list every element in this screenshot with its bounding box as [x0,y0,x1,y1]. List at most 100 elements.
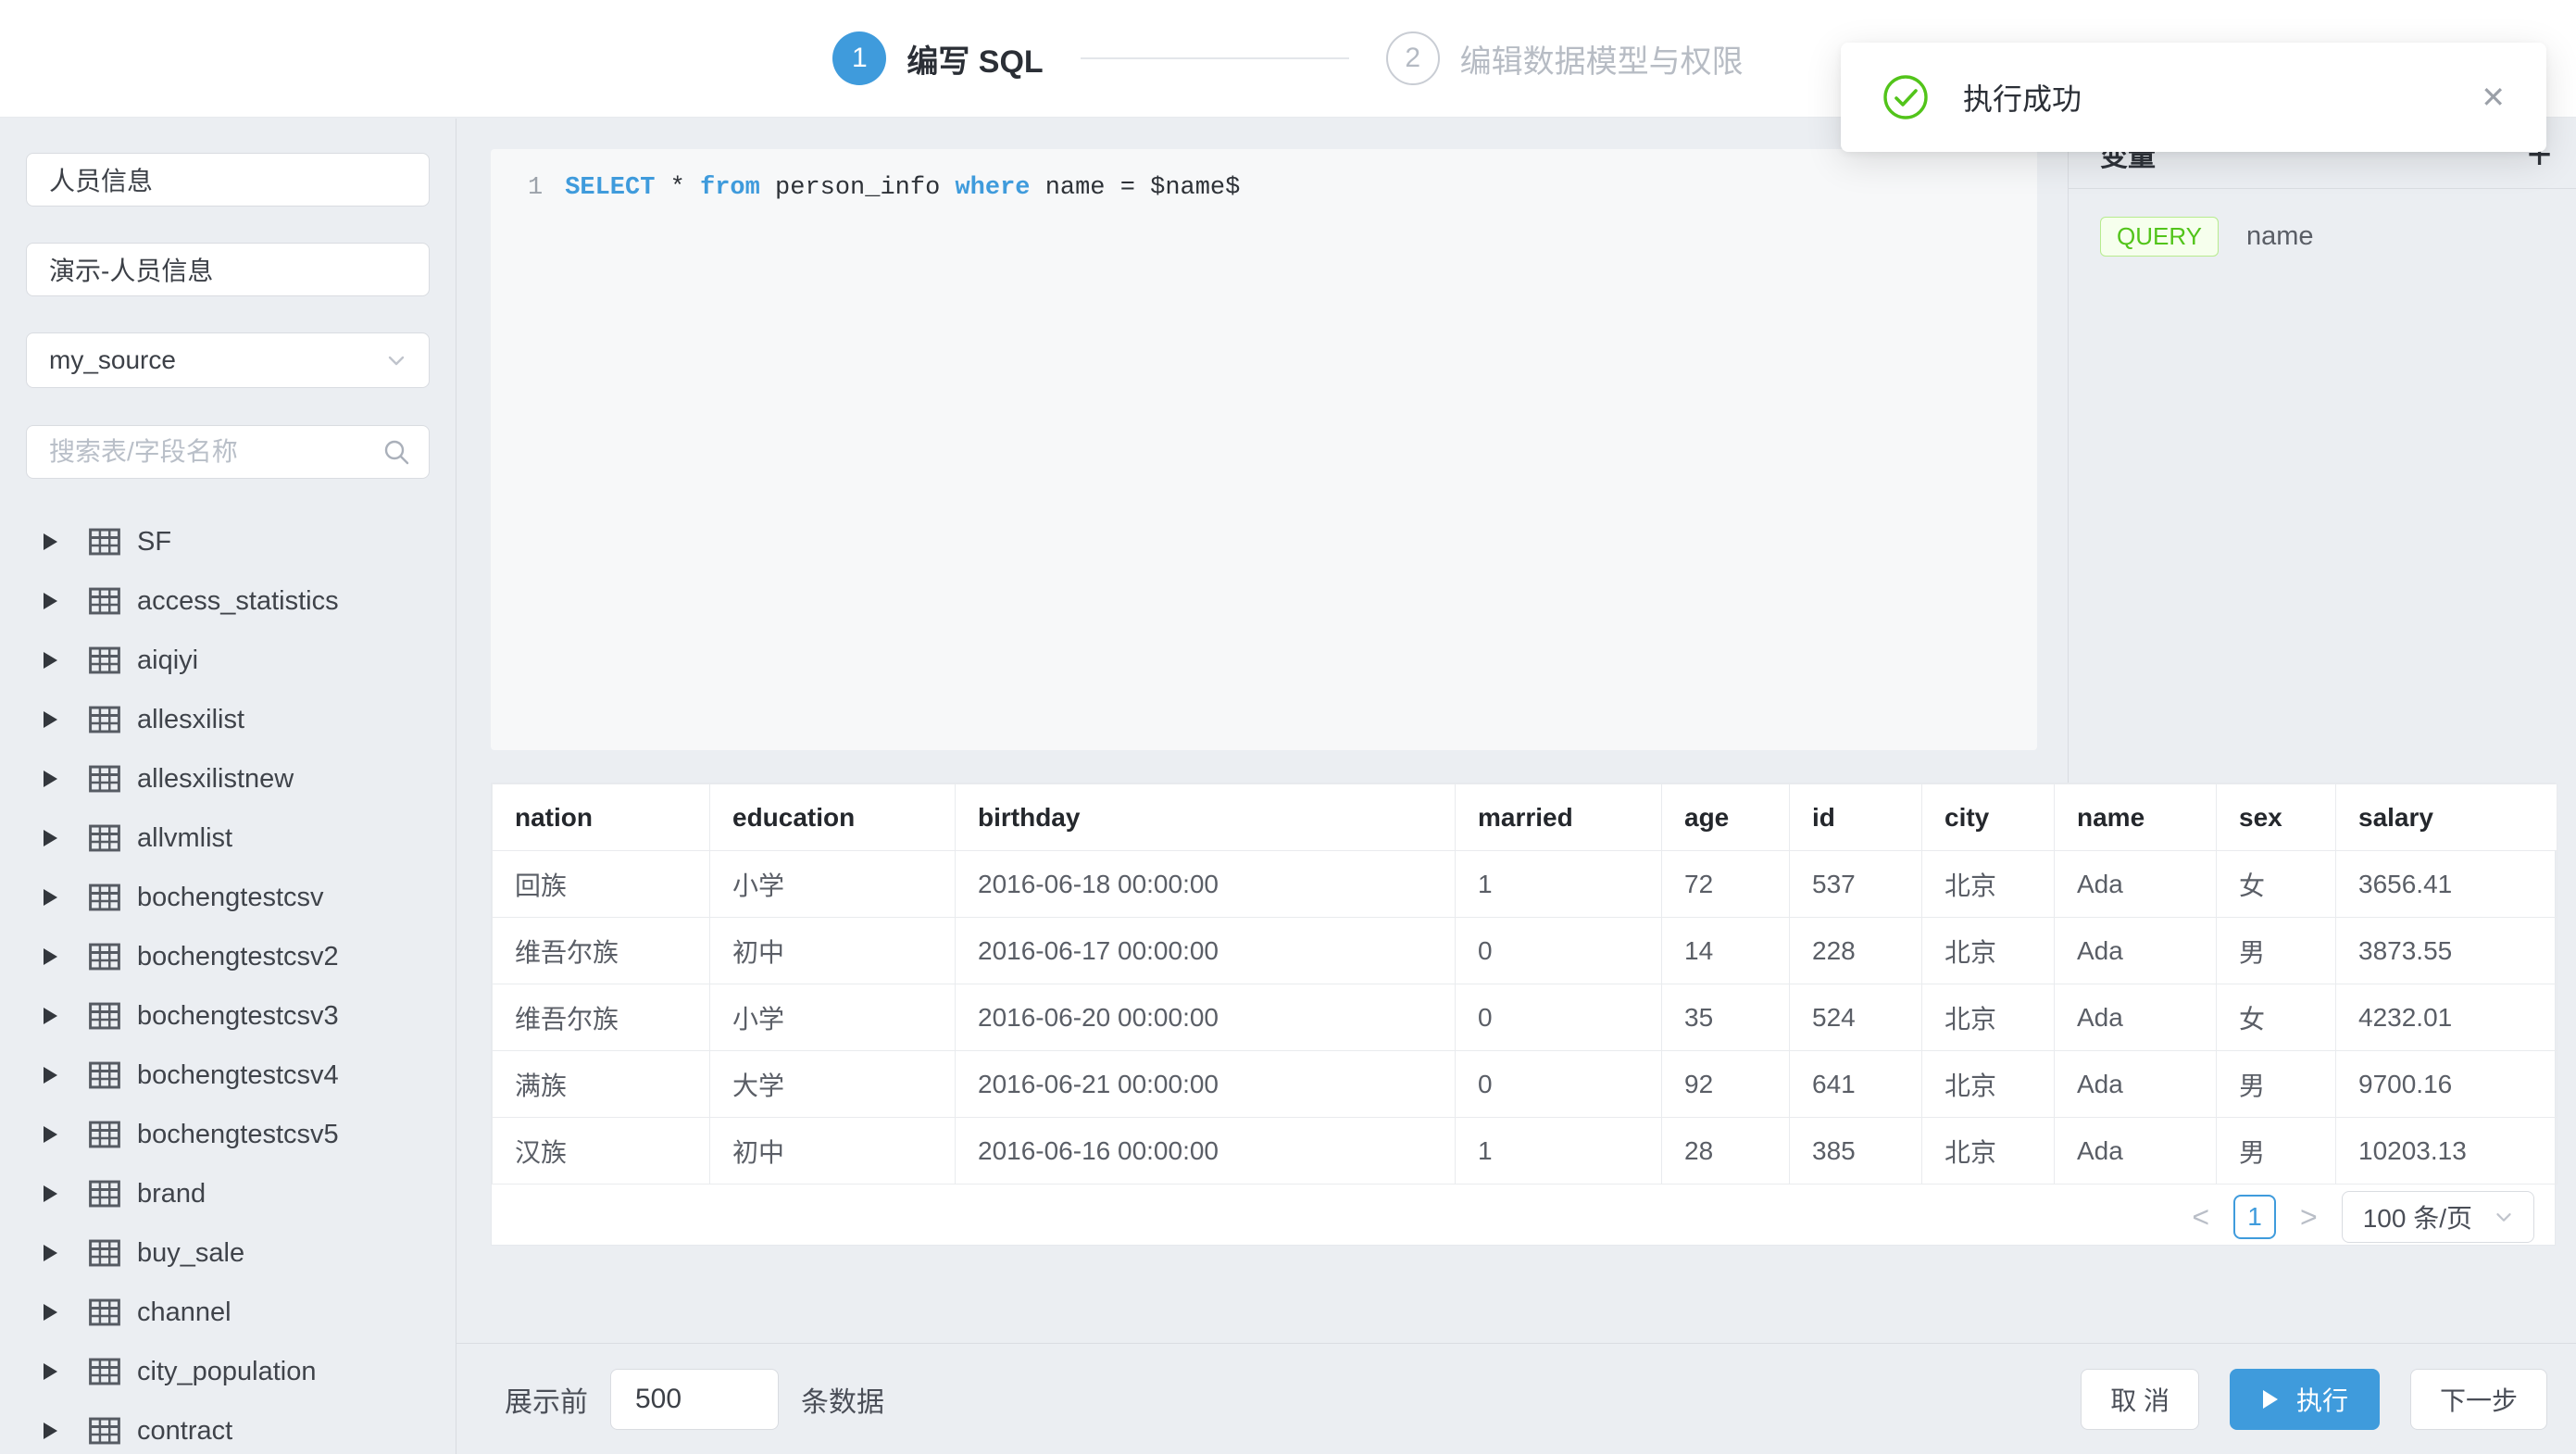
table-icon [85,819,124,858]
table-cell: 385 [1790,1118,1922,1185]
sql-token: from [700,174,760,202]
tree-item-allvmlist[interactable]: allvmlist [26,808,430,868]
table-icon [85,582,124,620]
current-page-button[interactable]: 1 [2233,1195,2276,1239]
column-header-age: age [1662,784,1790,851]
table-cell: 0 [1456,1051,1662,1118]
table-icon [85,1411,124,1450]
tree-item-allesxilistnew[interactable]: allesxilistnew [26,749,430,808]
table-cell: 28 [1662,1118,1790,1185]
table-cell: Ada [2055,984,2217,1051]
caret-right-icon[interactable] [44,1126,57,1143]
variable-name: name [2246,221,2314,252]
tree-item-bochengtestcsv2[interactable]: bochengtestcsv2 [26,927,430,986]
tree-item-bochengtestcsv4[interactable]: bochengtestcsv4 [26,1046,430,1105]
caret-right-icon[interactable] [44,948,57,965]
row-limit-input[interactable] [610,1369,779,1430]
table-name: buy_sale [137,1238,244,1269]
table-name: contract [137,1416,232,1447]
table-cell: 北京 [1922,1051,2055,1118]
table-cell: 2016-06-21 00:00:00 [956,1051,1456,1118]
dataset-name-input[interactable] [26,153,430,207]
table-icon [85,996,124,1035]
table-icon [85,1115,124,1154]
caret-right-icon[interactable] [44,1423,57,1439]
sql-token: * [655,174,700,202]
pagination: < 1 > 100 条/页 [2192,1191,2534,1243]
caret-right-icon[interactable] [44,711,57,728]
column-header-id: id [1790,784,1922,851]
caret-right-icon[interactable] [44,889,57,906]
next-page-button[interactable]: > [2300,1200,2318,1235]
table-cell: 小学 [710,851,956,918]
sql-token: where [955,174,1030,202]
table-tree: SF access_statisticsaiqiyi allesxilistalle… [26,512,430,1454]
caret-right-icon[interactable] [44,652,57,669]
stepper-connector [1081,57,1349,59]
table-name: bochengtestcsv5 [137,1120,339,1150]
tree-item-bochengtestcsv[interactable]: bochengtestcsv [26,868,430,927]
variables-list: QUERYname [2069,189,2576,283]
tree-item-bochengtestcsv5[interactable]: bochengtestcsv5 [26,1105,430,1164]
tree-item-brand[interactable]: brand [26,1164,430,1223]
cancel-button[interactable]: 取 消 [2081,1369,2199,1430]
caret-right-icon[interactable] [44,1008,57,1024]
caret-right-icon[interactable] [44,1067,57,1084]
run-button[interactable]: 执行 [2230,1369,2380,1430]
caret-right-icon[interactable] [44,1363,57,1380]
table-cell: 641 [1790,1051,1922,1118]
search-input[interactable] [26,425,430,479]
datasource-select[interactable]: my_source [26,332,430,388]
table-name: SF [137,527,171,558]
caret-right-icon[interactable] [44,1304,57,1321]
prev-page-button[interactable]: < [2192,1200,2209,1235]
caret-right-icon[interactable] [44,771,57,787]
table-name: aiqiyi [137,646,198,676]
caret-right-icon[interactable] [44,830,57,846]
caret-right-icon[interactable] [44,1185,57,1202]
table-cell: 9700.16 [2336,1051,2557,1118]
table-name: allvmlist [137,823,232,854]
tree-item-bochengtestcsv3[interactable]: bochengtestcsv3 [26,986,430,1046]
sql-code-line: 1 SELECT * from person_info where name =… [491,149,2037,207]
table-cell: 537 [1790,851,1922,918]
app-root: 1 编写 SQL 2 编辑数据模型与权限 my_source SFa [0,0,2576,1454]
table-name: bochengtestcsv3 [137,1001,339,1032]
table-cell: 4232.01 [2336,984,2557,1051]
page-size-select[interactable]: 100 条/页 [2342,1191,2534,1243]
table-cell: 1 [1456,1118,1662,1185]
limit-suffix-label: 条数据 [801,1379,884,1420]
stepper: 1 编写 SQL 2 编辑数据模型与权限 [832,31,1743,85]
tree-item-city_population[interactable]: city_population [26,1342,430,1401]
toast-message: 执行成功 [1963,76,2481,119]
table-name: brand [137,1179,206,1210]
table-cell: 初中 [710,1118,956,1185]
dataset-display-name-input[interactable] [26,243,430,296]
step-2-edit-model: 2 编辑数据模型与权限 [1386,31,1744,85]
caret-right-icon[interactable] [44,593,57,609]
caret-right-icon[interactable] [44,1245,57,1261]
column-header-birthday: birthday [956,784,1456,851]
next-step-button[interactable]: 下一步 [2410,1369,2547,1430]
sql-token: person_info [760,174,956,202]
tree-item-SF[interactable]: SF [26,512,430,571]
table-cell: 男 [2217,918,2336,984]
tree-item-buy_sale[interactable]: buy_sale [26,1223,430,1283]
caret-right-icon[interactable] [44,533,57,550]
table-row: 回族小学2016-06-18 00:00:00172537北京Ada女3656.… [493,851,2557,918]
table-cell: 92 [1662,1051,1790,1118]
table-cell: 维吾尔族 [493,984,710,1051]
tree-item-channel[interactable]: channel [26,1283,430,1342]
page-size-value: 100 条/页 [2363,1198,2472,1235]
table-cell: 北京 [1922,984,2055,1051]
table-cell: 2016-06-20 00:00:00 [956,984,1456,1051]
tree-item-contract[interactable]: contract [26,1401,430,1454]
results-table: nationeducationbirthdaymarriedageidcityn… [492,783,2557,1185]
tree-item-aiqiyi[interactable]: aiqiyi [26,631,430,690]
sql-editor[interactable]: 1 SELECT * from person_info where name =… [491,149,2037,750]
tree-item-access_statistics[interactable]: access_statistics [26,571,430,631]
row-limit-group: 展示前 条数据 [505,1369,884,1430]
step-2-label: 编辑数据模型与权限 [1460,36,1744,81]
toast-close-button[interactable]: ✕ [2481,80,2506,115]
tree-item-allesxilist[interactable]: allesxilist [26,690,430,749]
